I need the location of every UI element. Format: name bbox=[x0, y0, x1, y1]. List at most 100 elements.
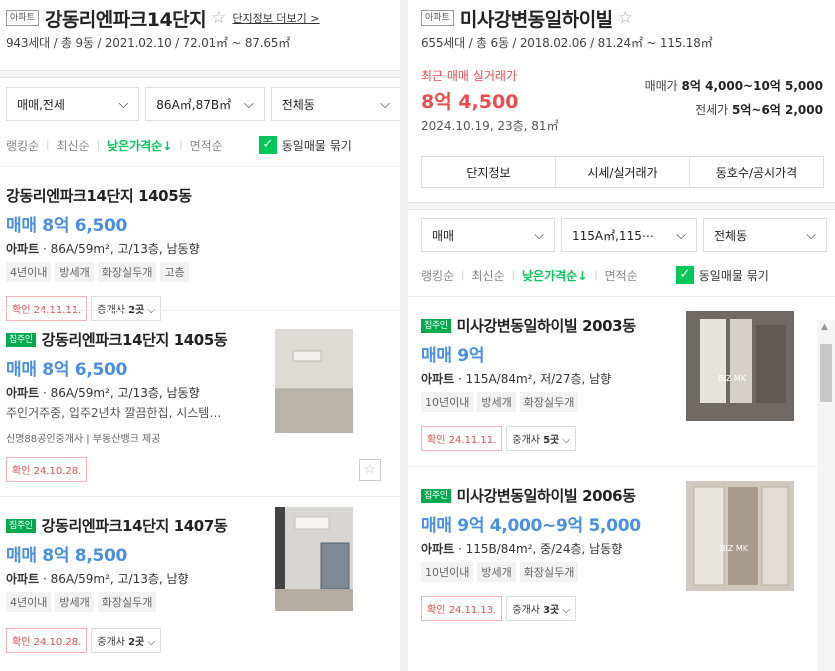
listing-photo[interactable] bbox=[275, 329, 353, 433]
sort-ranking[interactable]: 랭킹순 bbox=[6, 137, 39, 154]
checkbox-checked-icon[interactable]: ✓ bbox=[258, 136, 277, 154]
recent-trade-date: 2024.10.19, 23층, 81㎡ bbox=[421, 119, 559, 133]
listing-item[interactable]: 강동리엔파크14단지 1405동 매매 8억 6,500 아파트 · 86A/5… bbox=[0, 166, 400, 321]
complex-info-link[interactable]: 단지정보 더보기 > bbox=[232, 10, 319, 26]
sale-price-range: 매매가 8억 4,000~10억 5,000 bbox=[644, 79, 823, 93]
photo-watermark: BIZ MK bbox=[720, 544, 749, 553]
sort-latest[interactable]: 최신순 bbox=[472, 267, 505, 284]
sort-lowest-price[interactable]: 낮은가격순↓ bbox=[107, 137, 172, 154]
owner-badge: 집주인 bbox=[421, 488, 451, 503]
listing-title: 미사강변동일하이빌 2003동 bbox=[456, 317, 636, 335]
building-select[interactable]: 전체동 ⌵ bbox=[703, 218, 827, 252]
listing-specs: 아파트 · 86A/59m², 고/13층, 남동향 bbox=[6, 242, 200, 256]
feature-tag: 고층 bbox=[160, 262, 189, 282]
section-divider bbox=[408, 202, 835, 210]
listing-photo[interactable]: BIZ MK bbox=[686, 311, 794, 421]
tab-market-price[interactable]: 시세/실거래가 bbox=[556, 157, 690, 187]
agents-dropdown[interactable]: 중개사 3곳 ⌵ bbox=[506, 596, 577, 621]
rent-price-range: 전세가 5억~6억 2,000 bbox=[695, 103, 823, 117]
listing-description: 주인거주중, 입주2년차 깔끔한집, 시스템… bbox=[6, 406, 222, 420]
sort-bar: 랭킹순 | 최신순 | 낮은가격순↓ | 면적순 ✓ 동일매물 묶기 bbox=[6, 136, 352, 154]
chevron-down-icon: ⌵ bbox=[243, 96, 254, 112]
complex-header: 아파트 강동리엔파크14단지 ☆ 단지정보 더보기 > 943세대 / 총 9동… bbox=[0, 0, 400, 51]
listing-item[interactable]: 집주인 강동리엔파크14단지 1405동 매매 8억 6,500 아파트 · 8… bbox=[0, 310, 400, 496]
type-tag: 아파트 bbox=[421, 10, 454, 26]
right-complex-panel: 아파트 미사강변동일하이빌 ☆ 655세대 / 총 6동 / 2018.02.0… bbox=[408, 0, 835, 671]
filter-bar: 매매,전세 ⌵ 86A㎡,87B㎡ ⌵ 전체동 ⌵ bbox=[0, 78, 400, 130]
listing-title: 강동리엔파크14단지 1407동 bbox=[41, 517, 228, 535]
listing-photo[interactable] bbox=[275, 507, 353, 611]
group-listings-label: 동일매물 묶기 bbox=[698, 268, 769, 283]
photo-watermark: BIZ MK bbox=[718, 374, 747, 383]
scroll-up-icon[interactable]: ▲ bbox=[821, 322, 828, 332]
filter-bar: 매매 ⌵ 115A㎡,115⋯ ⌵ 전체동 ⌵ bbox=[408, 210, 835, 260]
star-icon[interactable]: ☆ bbox=[618, 8, 633, 28]
chevron-down-icon: ⌵ bbox=[380, 96, 390, 112]
feature-tag: 10년이내 bbox=[421, 562, 474, 582]
listing-item[interactable]: 집주인 미사강변동일하이빌 2006동 매매 9억 4,000~9억 5,000… bbox=[408, 466, 835, 646]
feature-tag: 방세개 bbox=[477, 562, 516, 582]
feature-tag: 10년이내 bbox=[421, 392, 474, 412]
confirm-date: 확인 24.11.13. bbox=[421, 596, 503, 621]
listing-title: 강동리엔파크14단지 1405동 bbox=[41, 331, 228, 349]
listing-tags: 4년이내 방세개 화장실두개 고층 bbox=[6, 262, 400, 282]
feature-tag: 4년이내 bbox=[6, 592, 52, 612]
sort-lowest-price[interactable]: 낮은가격순↓ bbox=[522, 267, 587, 284]
trade-type-select[interactable]: 매매 ⌵ bbox=[421, 218, 555, 252]
star-icon[interactable]: ☆ bbox=[211, 8, 226, 28]
owner-badge: 집주인 bbox=[6, 332, 36, 347]
section-divider bbox=[0, 70, 400, 78]
group-listings-label: 동일매물 묶기 bbox=[281, 138, 352, 153]
tab-unit-price[interactable]: 동호수/공시가격 bbox=[690, 157, 823, 187]
group-listings-toggle[interactable]: ✓ 동일매물 묶기 bbox=[675, 266, 769, 284]
building-select[interactable]: 전체동 ⌵ bbox=[270, 87, 400, 121]
sort-area[interactable]: 면적순 bbox=[605, 267, 638, 284]
feature-tag: 방세개 bbox=[477, 392, 516, 412]
listing-title: 강동리엔파크14단지 1405동 bbox=[6, 187, 192, 205]
panel-divider bbox=[400, 0, 408, 671]
feature-tag: 방세개 bbox=[55, 262, 94, 282]
complex-name: 강동리엔파크14단지 bbox=[44, 8, 207, 31]
agents-dropdown[interactable]: 중개사 5곳 ⌵ bbox=[506, 426, 577, 451]
complex-header: 아파트 미사강변동일하이빌 ☆ 655세대 / 총 6동 / 2018.02.0… bbox=[408, 0, 835, 51]
complex-name: 미사강변동일하이빌 bbox=[459, 8, 613, 31]
feature-tag: 화장실두개 bbox=[519, 392, 579, 412]
area-select[interactable]: 115A㎡,115⋯ ⌵ bbox=[561, 218, 697, 252]
listing-item[interactable]: 집주인 강동리엔파크14단지 1407동 매매 8억 8,500 아파트 · 8… bbox=[0, 496, 400, 671]
confirm-date: 확인 24.10.28. bbox=[6, 628, 88, 653]
feature-tag: 방세개 bbox=[55, 592, 94, 612]
trade-type-select[interactable]: 매매,전세 ⌵ bbox=[6, 87, 140, 121]
confirm-date: 확인 24.10.28. bbox=[6, 457, 88, 482]
sort-latest[interactable]: 최신순 bbox=[57, 137, 90, 154]
owner-badge: 집주인 bbox=[421, 318, 451, 333]
complex-tabs: 단지정보 시세/실거래가 동호수/공시가격 bbox=[421, 156, 824, 188]
scrollbar-thumb[interactable] bbox=[820, 344, 832, 402]
chevron-down-icon: ⌵ bbox=[676, 227, 686, 243]
tab-complex-info[interactable]: 단지정보 bbox=[422, 157, 556, 187]
feature-tag: 화장실두개 bbox=[97, 262, 157, 282]
sort-ranking[interactable]: 랭킹순 bbox=[421, 267, 454, 284]
left-complex-panel: 아파트 강동리엔파크14단지 ☆ 단지정보 더보기 > 943세대 / 총 9동… bbox=[0, 0, 400, 671]
complex-summary: 655세대 / 총 6동 / 2018.02.06 / 81.24㎡ ~ 115… bbox=[421, 36, 713, 50]
type-tag: 아파트 bbox=[6, 10, 39, 26]
listing-price: 매매 8억 6,500 bbox=[6, 216, 128, 236]
confirm-date: 확인 24.11.11. bbox=[421, 426, 503, 451]
agents-dropdown[interactable]: 중개사 2곳 ⌵ bbox=[91, 628, 162, 653]
feature-tag: 4년이내 bbox=[6, 262, 52, 282]
feature-tag: 화장실두개 bbox=[97, 592, 157, 612]
sort-bar: 랭킹순 | 최신순 | 낮은가격순↓ | 면적순 ✓ 동일매물 묶기 bbox=[421, 266, 769, 284]
area-select[interactable]: 86A㎡,87B㎡ ⌵ bbox=[145, 87, 265, 121]
scrollbar[interactable]: ▲ bbox=[817, 320, 835, 671]
checkbox-checked-icon[interactable]: ✓ bbox=[675, 266, 694, 284]
group-listings-toggle[interactable]: ✓ 동일매물 묶기 bbox=[258, 136, 352, 154]
favorite-star-icon[interactable]: ☆ bbox=[359, 459, 381, 481]
feature-tag: 화장실두개 bbox=[519, 562, 579, 582]
sort-area[interactable]: 면적순 bbox=[190, 137, 223, 154]
listing-photo[interactable]: BIZ MK bbox=[686, 481, 794, 591]
chevron-down-icon: ⌵ bbox=[806, 227, 816, 243]
listing-item[interactable]: 집주인 미사강변동일하이빌 2003동 매매 9억 아파트 · 115A/84m… bbox=[408, 296, 835, 466]
recent-trade-section: 최근 매매 실거래가 8억 4,500 2024.10.19, 23층, 81㎡… bbox=[408, 63, 835, 133]
chevron-down-icon: ⌵ bbox=[534, 227, 544, 243]
chevron-down-icon: ⌵ bbox=[118, 96, 129, 112]
complex-summary: 943세대 / 총 9동 / 2021.02.10 / 72.01㎡ ~ 87.… bbox=[6, 36, 291, 50]
